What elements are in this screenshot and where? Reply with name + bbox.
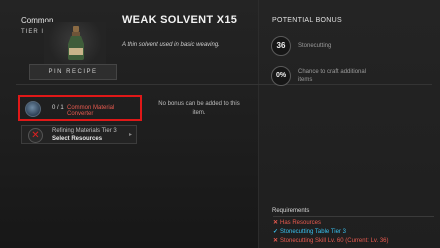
ingredient-name: Common Material Converter [67, 105, 115, 117]
bonus-value: 0% [271, 66, 291, 86]
bonus-label: Stonecutting [298, 43, 332, 49]
select-resources-label: Select Resources [52, 136, 103, 142]
requirements-divider [273, 216, 434, 217]
potential-bonus-heading: POTENTIAL BONUS [272, 17, 342, 24]
bonus-label: Chance to craft additional items [298, 69, 367, 83]
check-icon: ✓ [273, 229, 279, 235]
bonus-value: 36 [271, 36, 291, 56]
solvent-bottle-icon [68, 26, 84, 60]
requirement-item: ✕ Has Resources [273, 220, 322, 226]
ingredient-name: Refining Materials Tier 3 [52, 128, 117, 134]
item-title: WEAK SOLVENT X15 [122, 14, 238, 26]
divider [16, 84, 432, 85]
requirement-item: ✓ Stonecutting Table Tier 3 [273, 229, 346, 235]
chevron-icon: ▸ [128, 132, 132, 138]
x-icon: ✕ [273, 220, 279, 226]
item-description: A thin solvent used in basic weaving. [122, 42, 220, 48]
ingredient-slot-converter[interactable]: 0 / 1 Common Material Converter [18, 95, 142, 121]
ingredient-slot-refining[interactable]: ✕ Refining Materials Tier 3 Select Resou… [21, 125, 137, 144]
no-bonus-text: No bonus can be added to this item. [158, 101, 240, 116]
x-icon: ✕ [273, 238, 279, 244]
requirements-heading: Requirements [272, 208, 310, 214]
recipe-panel [0, 0, 258, 248]
item-thumbnail [44, 22, 106, 64]
x-icon: ✕ [28, 128, 43, 143]
material-converter-icon [25, 101, 41, 117]
pin-recipe-button[interactable]: PIN RECIPE [29, 64, 117, 80]
requirement-item: ✕ Stonecutting Skill Lv. 60 (Current: Lv.… [273, 238, 389, 244]
ingredient-count: 0 / 1 [52, 105, 64, 111]
